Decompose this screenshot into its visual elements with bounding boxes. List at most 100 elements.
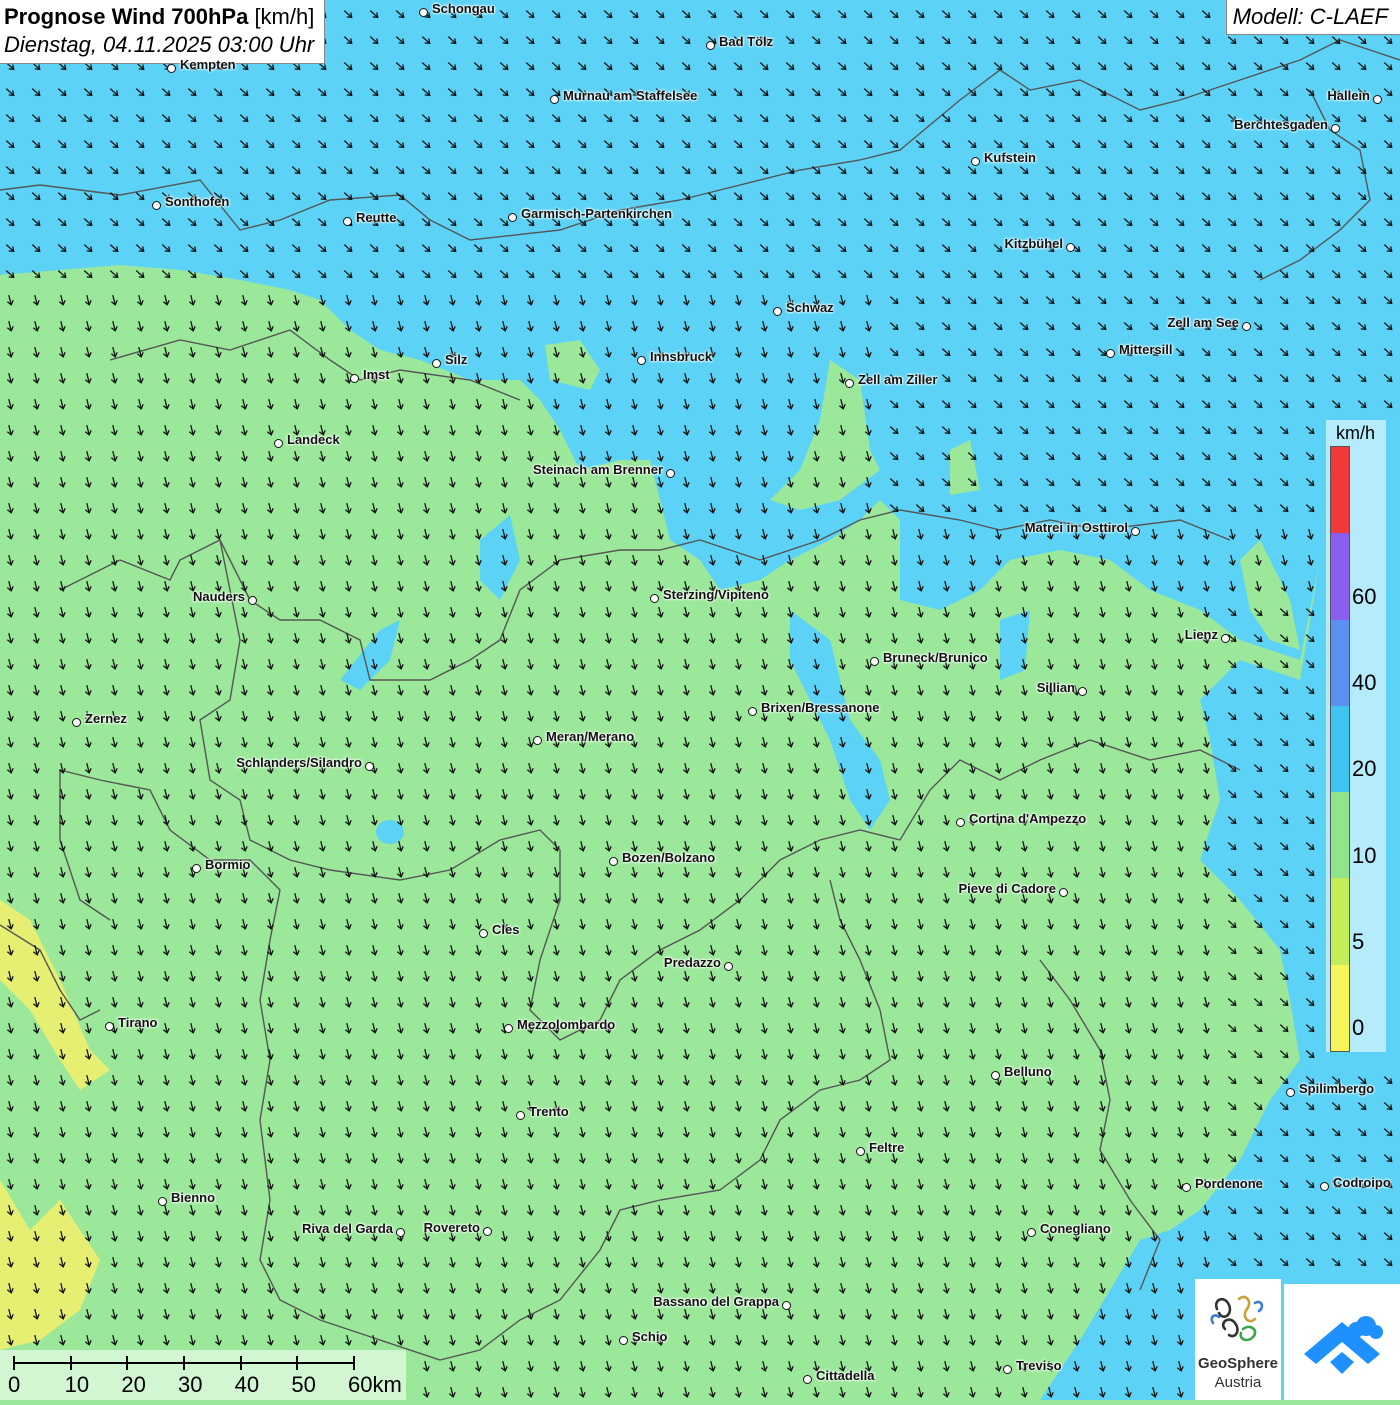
city-label: Predazzo <box>663 955 721 970</box>
city-label: Schio <box>632 1329 668 1344</box>
city-marker[interactable] <box>1373 95 1382 104</box>
scale-tick <box>183 1356 185 1370</box>
city-marker[interactable] <box>1182 1183 1191 1192</box>
city-marker[interactable] <box>1078 687 1087 696</box>
city-label: Sonthofen <box>165 194 230 209</box>
city-marker[interactable] <box>1066 243 1075 252</box>
city-marker[interactable] <box>1003 1365 1012 1374</box>
city-marker[interactable] <box>1131 527 1140 536</box>
city-marker[interactable] <box>516 1111 525 1120</box>
city-marker[interactable] <box>856 1147 865 1156</box>
city-label: Reutte <box>356 210 397 225</box>
city-label: Belluno <box>1004 1064 1052 1079</box>
city-label: Pieve di Cadore <box>958 881 1056 896</box>
city-marker[interactable] <box>432 359 441 368</box>
city-marker[interactable] <box>508 213 517 222</box>
legend-segment <box>1331 878 1349 965</box>
city-marker[interactable] <box>609 857 618 866</box>
city-label: Bad Tölz <box>719 34 774 49</box>
city-label: Pordenone <box>1195 1176 1263 1191</box>
city-label: Garmisch-Partenkirchen <box>521 206 673 221</box>
city-label: Kitzbühel <box>1004 236 1064 251</box>
scale-label: 0 <box>8 1372 21 1397</box>
city-label: Berchtesgaden <box>1234 117 1328 132</box>
legend-label: 10 <box>1352 842 1377 868</box>
city-label: Sterzing/Vipiteno <box>663 587 769 602</box>
city-label: Nauders <box>192 589 245 604</box>
city-marker[interactable] <box>1331 124 1340 133</box>
city-label: Tirano <box>118 1015 158 1030</box>
city-marker[interactable] <box>845 379 854 388</box>
city-marker[interactable] <box>343 217 352 226</box>
scale-label: 10 <box>64 1372 90 1397</box>
city-marker[interactable] <box>956 818 965 827</box>
city-marker[interactable] <box>248 596 257 605</box>
city-marker[interactable] <box>533 736 542 745</box>
color-legend: km/h 0 5 10 20 40 60 <box>1326 420 1386 1052</box>
city-marker[interactable] <box>396 1228 405 1237</box>
city-marker[interactable] <box>550 95 559 104</box>
city-marker[interactable] <box>773 307 782 316</box>
city-marker[interactable] <box>619 1336 628 1345</box>
city-marker[interactable] <box>105 1022 114 1031</box>
city-marker[interactable] <box>748 707 757 716</box>
city-label: Bienno <box>171 1190 216 1205</box>
city-label: Bozen/Bolzano <box>622 850 716 865</box>
city-label: Meran/Merano <box>546 729 635 744</box>
city-label: Schlanders/Silandro <box>236 755 362 770</box>
city-marker[interactable] <box>637 356 646 365</box>
scale-tick <box>239 1356 242 1370</box>
city-marker[interactable] <box>158 1197 167 1206</box>
weather-app-logo[interactable] <box>1284 1284 1400 1400</box>
city-marker[interactable] <box>1027 1228 1036 1237</box>
city-marker[interactable] <box>870 657 879 666</box>
city-marker[interactable] <box>483 1227 492 1236</box>
legend-label: 0 <box>1352 1015 1365 1041</box>
city-marker[interactable] <box>803 1375 812 1384</box>
city-label: Matrei in Osttirol <box>1024 520 1128 535</box>
city-marker[interactable] <box>1286 1088 1295 1097</box>
city-marker[interactable] <box>479 929 488 938</box>
city-marker[interactable] <box>167 64 176 73</box>
city-marker[interactable] <box>365 762 374 771</box>
legend-segment <box>1331 533 1349 620</box>
city-marker[interactable] <box>274 439 283 448</box>
mountain-cloud-icon <box>1304 1316 1383 1374</box>
city-label: Silz <box>445 352 468 367</box>
city-marker[interactable] <box>504 1024 513 1033</box>
city-label: Cittadella <box>816 1368 875 1383</box>
city-label: Bormio <box>205 857 251 872</box>
title-box: Prognose Wind 700hPa [km/h] Dienstag, 04… <box>0 0 326 64</box>
city-marker[interactable] <box>706 41 715 50</box>
city-label: Bruneck/Brunico <box>883 650 988 665</box>
legend-label: 5 <box>1352 928 1365 954</box>
city-label: Mezzolombardo <box>517 1017 616 1032</box>
legend-label: 20 <box>1352 756 1377 782</box>
city-marker[interactable] <box>72 718 81 727</box>
legend-segment <box>1331 447 1349 534</box>
city-marker[interactable] <box>666 469 675 478</box>
city-marker[interactable] <box>991 1071 1000 1080</box>
legend-segment <box>1331 792 1349 879</box>
city-label: Schwaz <box>786 300 834 315</box>
city-marker[interactable] <box>1106 349 1115 358</box>
city-label: Treviso <box>1016 1358 1062 1373</box>
legend-segment <box>1331 619 1349 706</box>
legend-color-bar <box>1330 446 1350 1052</box>
city-marker[interactable] <box>971 157 980 166</box>
city-marker[interactable] <box>192 864 201 873</box>
city-marker[interactable] <box>1059 888 1068 897</box>
city-marker[interactable] <box>650 594 659 603</box>
city-label: Cles <box>492 922 520 937</box>
geosphere-logo[interactable]: GeoSphere Austria <box>1195 1279 1281 1400</box>
city-marker[interactable] <box>152 201 161 210</box>
city-marker[interactable] <box>782 1301 791 1310</box>
city-marker[interactable] <box>350 374 359 383</box>
scale-tick <box>69 1356 72 1370</box>
city-marker[interactable] <box>419 8 428 17</box>
city-marker[interactable] <box>724 962 733 971</box>
map-title: Prognose Wind 700hPa [km/h] <box>4 4 315 29</box>
city-marker[interactable] <box>1242 322 1251 331</box>
city-marker[interactable] <box>1320 1182 1329 1191</box>
city-marker[interactable] <box>1221 634 1230 643</box>
